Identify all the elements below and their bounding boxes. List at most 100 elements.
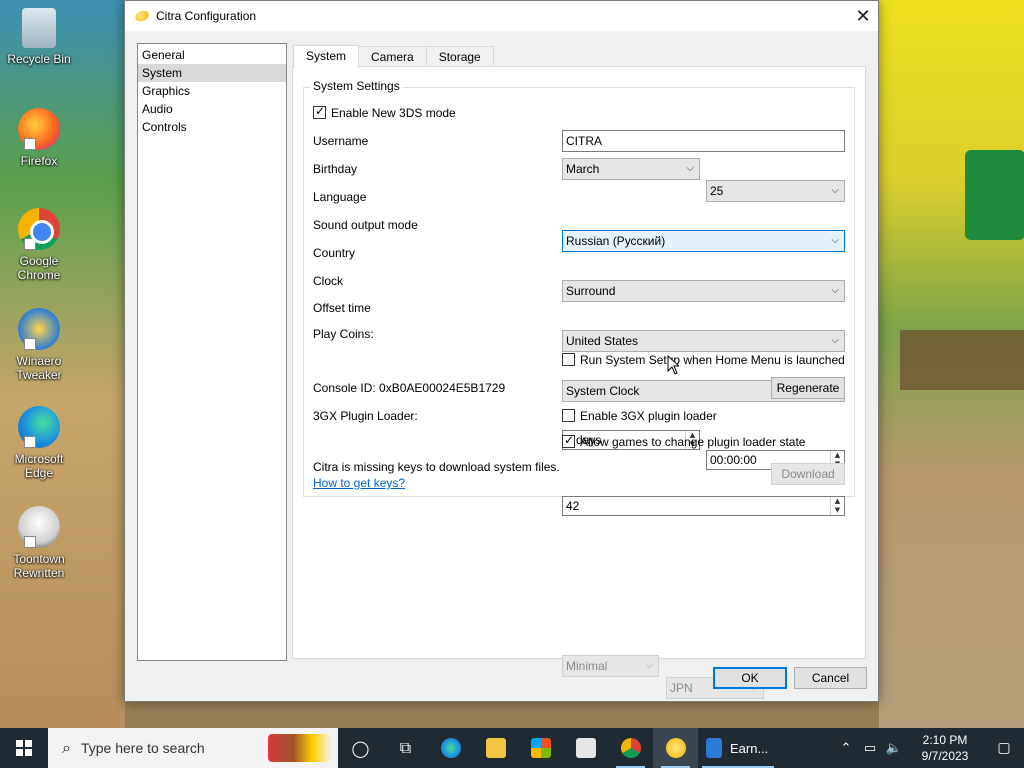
username-label: Username xyxy=(313,134,369,148)
edge-icon xyxy=(440,738,461,758)
play-coins-label: Play Coins: xyxy=(313,327,374,341)
system-tab-panel: System Settings Enable New 3DS mode User… xyxy=(292,66,866,699)
download-mode-select[interactable]: Minimal ⌵ xyxy=(562,655,659,677)
taskbar-mail[interactable] xyxy=(563,728,608,768)
sidebar-item-audio[interactable]: Audio xyxy=(138,100,286,118)
shortcut-arrow-icon xyxy=(24,436,36,448)
birthday-label: Birthday xyxy=(313,162,358,176)
cortana-button[interactable]: ◯ xyxy=(338,728,383,768)
desktop-icon-toontown[interactable]: Toontown Rewritten xyxy=(4,506,74,580)
taskbar-file-explorer[interactable] xyxy=(473,728,518,768)
enable-3gx-plugin-label: Enable 3GX plugin loader xyxy=(580,409,717,423)
download-button[interactable]: Download xyxy=(771,463,845,485)
checkbox-unchecked-icon xyxy=(562,353,575,366)
taskbar-app-label: Earn... xyxy=(730,740,769,756)
recycle-bin-icon xyxy=(22,8,56,48)
notification-icon[interactable]: ▢ xyxy=(984,740,1024,756)
chrome-icon xyxy=(620,738,641,758)
birthday-month-select[interactable]: March ⌵ xyxy=(562,158,700,180)
search-highlight-image xyxy=(268,734,332,762)
mail-icon xyxy=(575,738,596,758)
birthday-day-select[interactable]: 25 ⌵ xyxy=(706,180,845,202)
desktop-icon-winaero[interactable]: Winaero Tweaker xyxy=(4,308,74,382)
regenerate-button[interactable]: Regenerate xyxy=(771,377,845,399)
chevron-down-icon: ⌵ xyxy=(686,163,694,174)
volume-icon[interactable]: 🔈 xyxy=(882,741,906,756)
new-3ds-mode-label: Enable New 3DS mode xyxy=(331,106,456,120)
run-system-setup-label: Run System Setup when Home Menu is launc… xyxy=(580,353,845,367)
system-clock[interactable]: 2:10 PM 9/7/2023 xyxy=(906,732,984,764)
download-region-value: JPN xyxy=(670,681,693,695)
citra-icon xyxy=(133,8,151,24)
country-select[interactable]: United States ⌵ xyxy=(562,330,845,352)
chrome-icon xyxy=(18,208,60,250)
tab-storage[interactable]: Storage xyxy=(425,46,494,67)
taskbar-citra[interactable] xyxy=(653,728,698,768)
download-mode-value: Minimal xyxy=(566,659,608,673)
spin-arrows-icon[interactable]: ▲▼ xyxy=(830,497,844,515)
username-input[interactable]: CITRA xyxy=(562,130,845,152)
search-icon: ⌕ xyxy=(62,738,71,757)
tab-camera[interactable]: Camera xyxy=(358,46,427,67)
system-settings-group: System Settings Enable New 3DS mode User… xyxy=(303,79,855,699)
desktop-icon-chrome[interactable]: Google Chrome xyxy=(4,208,74,282)
chevron-down-icon: ⌵ xyxy=(645,660,653,671)
tab-system[interactable]: System xyxy=(293,45,360,68)
close-icon: ✕ xyxy=(855,5,871,26)
clock-time: 2:10 PM xyxy=(922,733,968,747)
taskbar-document-app[interactable]: Earn... xyxy=(698,728,778,768)
citra-configuration-window: Citra Configuration ✕ General System Gra… xyxy=(124,0,879,702)
close-button[interactable]: ✕ xyxy=(848,1,878,31)
allow-games-plugin-checkbox[interactable]: Allow games to change plugin loader stat… xyxy=(562,433,805,449)
how-to-get-keys-link[interactable]: How to get keys? xyxy=(313,476,405,490)
sidebar-item-general[interactable]: General xyxy=(138,46,286,64)
country-value: United States xyxy=(566,334,639,348)
chevron-down-icon: ⌵ xyxy=(831,235,839,246)
firefox-icon xyxy=(18,108,60,150)
title-bar[interactable]: Citra Configuration ✕ xyxy=(125,1,878,31)
desktop-icon-label: Microsoft Edge xyxy=(14,452,64,480)
taskbar-chrome[interactable] xyxy=(608,728,653,768)
enable-3gx-plugin-checkbox[interactable]: Enable 3GX plugin loader xyxy=(562,409,717,423)
shortcut-arrow-icon xyxy=(24,238,36,250)
taskbar-search-box[interactable]: ⌕ Type here to search xyxy=(48,728,338,768)
windows-logo-icon xyxy=(16,740,32,756)
clock-label: Clock xyxy=(313,274,344,288)
cancel-button[interactable]: Cancel xyxy=(794,667,867,689)
ok-button[interactable]: OK xyxy=(713,667,787,689)
missing-keys-message: Citra is missing keys to download system… xyxy=(313,460,560,474)
network-icon[interactable]: ▭ xyxy=(858,741,882,756)
background-house xyxy=(965,150,1024,240)
system-tray: ⌃ ▭ 🔈 2:10 PM 9/7/2023 ▢ xyxy=(834,728,1024,768)
cortana-icon: ◯ xyxy=(351,738,370,758)
sidebar-item-graphics[interactable]: Graphics xyxy=(138,82,286,100)
desktop-icon-label: Google Chrome xyxy=(17,254,61,282)
sound-output-label: Sound output mode xyxy=(313,218,418,232)
language-select[interactable]: Russian (Русский) ⌵ xyxy=(562,230,845,252)
run-system-setup-checkbox[interactable]: Run System Setup when Home Menu is launc… xyxy=(562,353,845,367)
sound-output-select[interactable]: Surround ⌵ xyxy=(562,280,845,302)
chevron-down-icon: ⌵ xyxy=(831,285,839,296)
checkbox-checked-icon xyxy=(313,104,326,119)
new-3ds-mode-checkbox[interactable]: Enable New 3DS mode xyxy=(313,104,456,120)
shortcut-arrow-icon xyxy=(24,536,36,548)
chevron-down-icon: ⌵ xyxy=(831,185,839,196)
category-list: General System Graphics Audio Controls xyxy=(137,43,287,661)
desktop-icon-label: Toontown Rewritten xyxy=(13,552,65,580)
desktop-icon-edge[interactable]: Microsoft Edge xyxy=(4,406,74,480)
taskbar-edge[interactable] xyxy=(428,728,473,768)
play-coins-spinbox[interactable]: 42 ▲ ▼ xyxy=(562,496,845,516)
birthday-day-value: 25 xyxy=(710,184,724,198)
sidebar-item-controls[interactable]: Controls xyxy=(138,118,286,136)
sidebar-item-system[interactable]: System xyxy=(138,64,286,82)
taskbar-store[interactable] xyxy=(518,728,563,768)
taskbar: ⌕ Type here to search ◯ ⧉ Earn... ⌃ ▭ 🔈 … xyxy=(0,728,1024,768)
start-button[interactable] xyxy=(0,728,48,768)
language-label: Language xyxy=(313,190,367,204)
desktop-icon-label: Firefox xyxy=(20,154,58,168)
desktop-icon-firefox[interactable]: Firefox xyxy=(4,108,74,168)
task-view-button[interactable]: ⧉ xyxy=(383,728,428,768)
task-view-icon: ⧉ xyxy=(399,738,412,757)
desktop-icon-recycle-bin[interactable]: Recycle Bin xyxy=(4,8,74,66)
chevron-up-icon[interactable]: ⌃ xyxy=(834,741,858,756)
